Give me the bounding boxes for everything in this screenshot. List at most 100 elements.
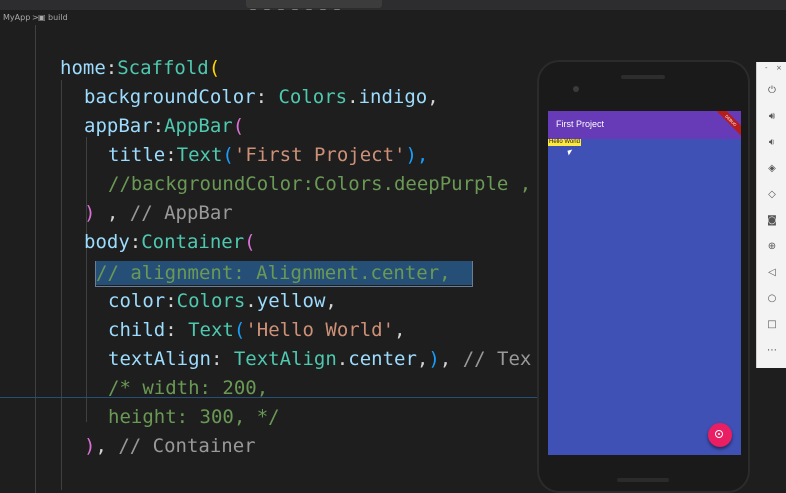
token: : — [105, 57, 118, 79]
token: // Container — [118, 435, 256, 457]
camera-lens — [573, 86, 579, 92]
debug-banner: DEBUG — [712, 111, 741, 139]
token: ) — [84, 202, 96, 224]
code-line: appBar:AppBar( — [84, 114, 244, 138]
token: title — [108, 144, 166, 166]
hello-world-text: Hello World — [548, 139, 581, 146]
token: , — [416, 348, 429, 370]
code-line-selected: // alignment: Alignment.center, — [96, 261, 472, 285]
window-controls: - × — [757, 64, 786, 74]
volume-up-icon[interactable]: 🔊︎ — [766, 110, 778, 122]
emulator-screen[interactable]: First Project DEBUG Hello World — [548, 111, 741, 455]
code-line: /* width: 200, — [108, 376, 268, 400]
zoom-icon[interactable]: ⊕ — [766, 240, 778, 252]
add-icon — [715, 430, 723, 438]
indent-guide — [35, 25, 36, 493]
breadcrumb: MyApp > ▣ build — [0, 10, 786, 25]
rotate-right-icon[interactable]: ◇ — [766, 188, 778, 200]
mouse-cursor-icon — [567, 149, 574, 156]
token: , — [394, 319, 406, 341]
token: backgroundColor — [84, 86, 256, 108]
breadcrumb-myapp[interactable]: MyApp — [3, 10, 30, 25]
token: : — [210, 348, 234, 370]
token: ), — [405, 144, 429, 166]
token: indigo — [358, 86, 428, 108]
close-button[interactable]: × — [776, 64, 782, 72]
token: child — [108, 319, 166, 341]
token: color — [108, 290, 166, 312]
token: home — [60, 57, 106, 79]
app-bar: First Project DEBUG — [548, 111, 741, 139]
token: /* width: 200, — [108, 377, 269, 399]
indent-guide — [86, 262, 87, 422]
token: ( — [233, 319, 246, 341]
code-line: body:Container( — [84, 230, 256, 254]
phone-bezel-bottom — [617, 478, 669, 482]
code-line: //backgroundColor:Colors.deepPurple , — [108, 172, 531, 196]
debug-toolbar — [246, 0, 382, 14]
token: // alignment: Alignment.center, — [96, 262, 451, 284]
code-line: height: 300, */ — [108, 405, 280, 429]
token: : — [255, 86, 279, 108]
token: TextAlign — [233, 348, 337, 370]
token: : — [129, 231, 142, 253]
token: //backgroundColor:Colors.deepPurple , — [108, 173, 532, 195]
current-line-highlight — [0, 397, 540, 398]
token: , — [95, 435, 119, 457]
token: // Tex — [462, 348, 532, 370]
token: body — [84, 231, 130, 253]
token: // AppBar — [129, 202, 233, 224]
token: appBar — [84, 115, 153, 137]
token: : — [165, 319, 189, 341]
title-bar — [0, 0, 786, 14]
token: : — [165, 290, 177, 312]
code-line: ), // Container — [84, 434, 256, 458]
code-line: child: Text('Hello World', — [108, 318, 405, 342]
token: , — [439, 348, 463, 370]
token: Container — [141, 231, 245, 253]
code-line: backgroundColor: Colors.indigo, — [84, 85, 439, 109]
token: 'Hello World' — [245, 319, 395, 341]
box-icon: ▣ — [38, 13, 46, 22]
token: yellow — [256, 290, 326, 312]
token: . — [336, 348, 349, 370]
token: Colors — [176, 290, 246, 312]
back-icon[interactable]: ◁ — [766, 266, 778, 278]
floating-action-button[interactable] — [708, 423, 732, 447]
more-icon[interactable]: ⋯ — [766, 344, 778, 356]
token: AppBar — [164, 115, 233, 137]
token: : — [152, 115, 165, 137]
token: textAlign — [108, 348, 211, 370]
token: ) — [84, 435, 96, 457]
token: ( — [244, 231, 256, 253]
volume-down-icon[interactable]: 🔉︎ — [766, 136, 778, 148]
token: ( — [232, 115, 245, 137]
overview-icon[interactable]: □ — [766, 318, 778, 330]
camera-icon[interactable]: ◙ — [766, 214, 778, 226]
token: 'First Project' — [233, 144, 406, 166]
power-icon[interactable]: ⏻ — [766, 84, 778, 96]
emulator-controls: - × ⏻ 🔊︎ 🔉︎ ◈ ◇ ◙ ⊕ ◁ ○ □ ⋯ — [756, 62, 786, 368]
code-line: color:Colors.yellow, — [108, 289, 337, 313]
token: : — [165, 144, 177, 166]
minimize-button[interactable]: - — [765, 64, 768, 72]
token: ) — [428, 348, 440, 370]
token: Scaffold — [117, 57, 209, 79]
token: , — [95, 202, 130, 224]
rotate-left-icon[interactable]: ◈ — [766, 162, 778, 174]
token: . — [347, 86, 359, 108]
speaker — [621, 75, 665, 79]
token: , — [325, 290, 337, 312]
code-line: home:Scaffold( — [60, 56, 220, 80]
token: Colors — [278, 86, 348, 108]
code-line: title:Text('First Project'), — [108, 143, 428, 167]
token: . — [245, 290, 257, 312]
home-icon[interactable]: ○ — [766, 292, 778, 304]
token: ( — [208, 57, 221, 79]
indent-guide — [61, 80, 62, 490]
code-line: textAlign: TextAlign.center,), // Tex — [108, 347, 531, 371]
token: Text — [188, 319, 234, 341]
breadcrumb-build[interactable]: build — [48, 10, 68, 25]
token: ( — [222, 144, 234, 166]
android-emulator: First Project DEBUG Hello World — [537, 60, 750, 493]
